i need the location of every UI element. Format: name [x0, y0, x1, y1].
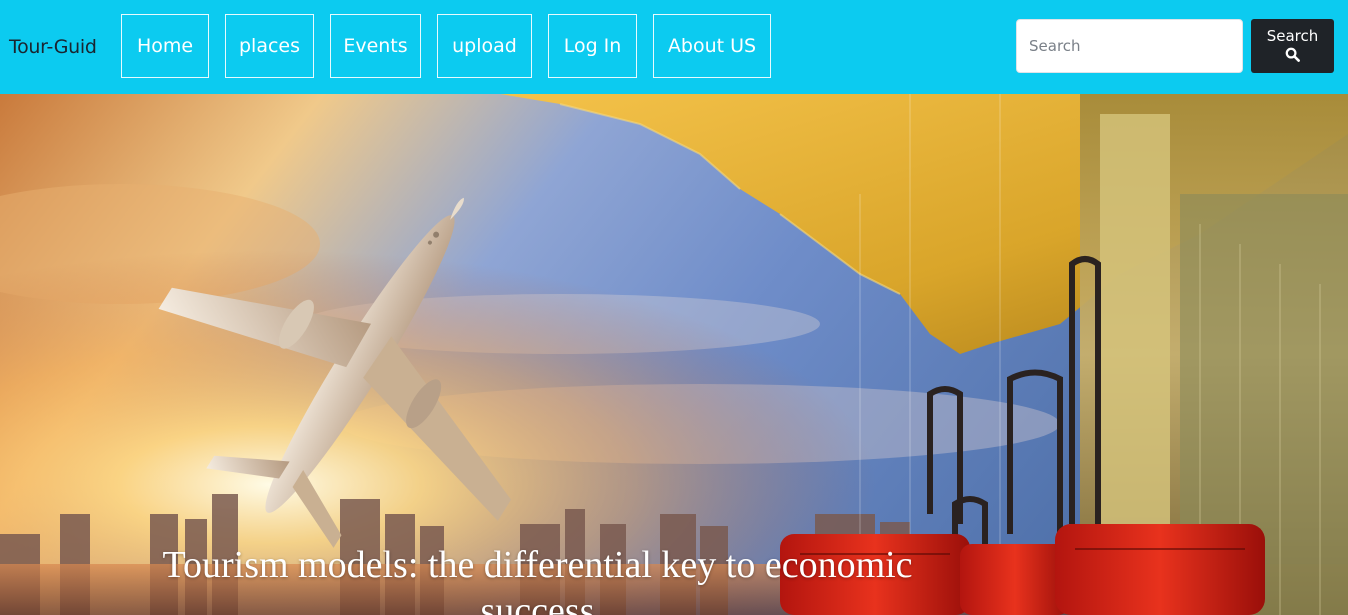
hero-caption-text: Tourism models: the differential key to …	[162, 544, 913, 615]
navbar: Tour-Guid Home places Events upload Log …	[0, 0, 1348, 94]
nav-about-us[interactable]: About US	[653, 14, 771, 78]
nav-places[interactable]: places	[225, 14, 314, 78]
search-input[interactable]	[1016, 19, 1243, 73]
hero-banner: Tourism models: the differential key to …	[0, 94, 1348, 615]
search-icon	[1285, 47, 1300, 66]
hero-image	[0, 94, 1348, 615]
nav-login[interactable]: Log In	[548, 14, 637, 78]
search-button[interactable]: Search	[1251, 19, 1334, 73]
nav-home[interactable]: Home	[121, 14, 209, 78]
nav-events[interactable]: Events	[330, 14, 421, 78]
brand-logo[interactable]: Tour-Guid	[9, 36, 97, 58]
nav-upload[interactable]: upload	[437, 14, 532, 78]
hero-caption: Tourism models: the differential key to …	[0, 542, 1075, 615]
search-button-label: Search	[1266, 26, 1319, 45]
